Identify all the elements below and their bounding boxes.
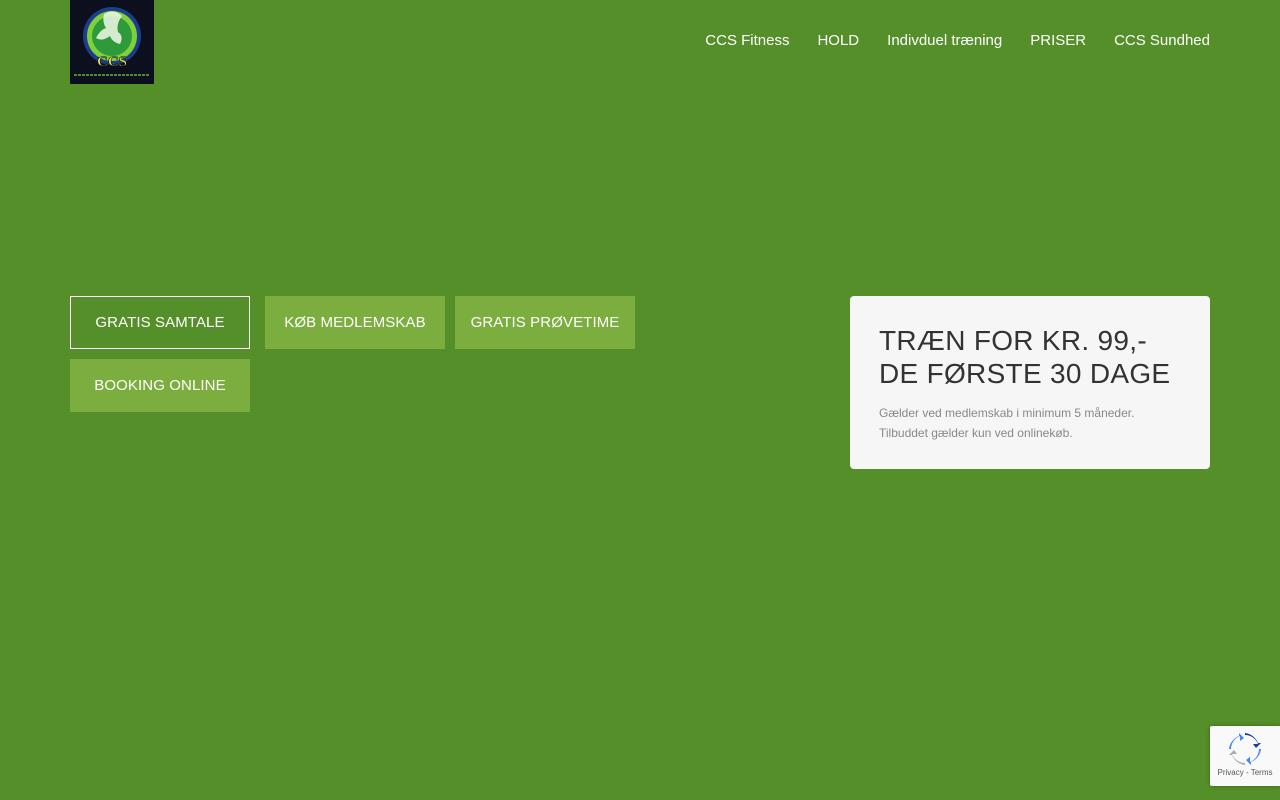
nav-item-ccs-fitness[interactable]: CCS Fitness (705, 31, 789, 51)
nav-item-individuel-traening[interactable]: Indivduel træning (887, 31, 1002, 51)
page: CCS CCS Fitness HOLD Indivduel træning P… (0, 0, 1280, 800)
ccs-logo-icon: CCS (70, 0, 154, 84)
offer-title: TRÆN FOR KR. 99,- DE FØRSTE 30 DAGE (879, 325, 1171, 389)
gratis-provetime-button[interactable]: GRATIS PRØVETIME (455, 296, 635, 349)
recaptcha-links[interactable]: Privacy - Terms (1218, 768, 1273, 777)
recaptcha-logo-icon (1229, 733, 1261, 765)
nav-item-priser[interactable]: PRISER (1030, 31, 1086, 51)
nav-item-ccs-sundhed[interactable]: CCS Sundhed (1114, 31, 1210, 51)
offer-text: Gælder ved medlemskab i minimum 5 månede… (879, 406, 1135, 440)
nav-item-hold[interactable]: HOLD (817, 31, 859, 51)
kob-medlemskab-button[interactable]: KØB MEDLEMSKAB (265, 296, 445, 349)
offer-card: TRÆN FOR KR. 99,- DE FØRSTE 30 DAGE Gæld… (850, 296, 1210, 469)
svg-text:CCS: CCS (97, 54, 127, 70)
recaptcha-badge[interactable]: Privacy - Terms (1210, 726, 1280, 786)
gratis-samtale-button[interactable]: GRATIS SAMTALE (70, 296, 250, 349)
main-nav: CCS Fitness HOLD Indivduel træning PRISE… (705, 31, 1210, 51)
site-logo[interactable]: CCS (70, 0, 154, 84)
booking-online-button[interactable]: BOOKING ONLINE (70, 359, 250, 412)
